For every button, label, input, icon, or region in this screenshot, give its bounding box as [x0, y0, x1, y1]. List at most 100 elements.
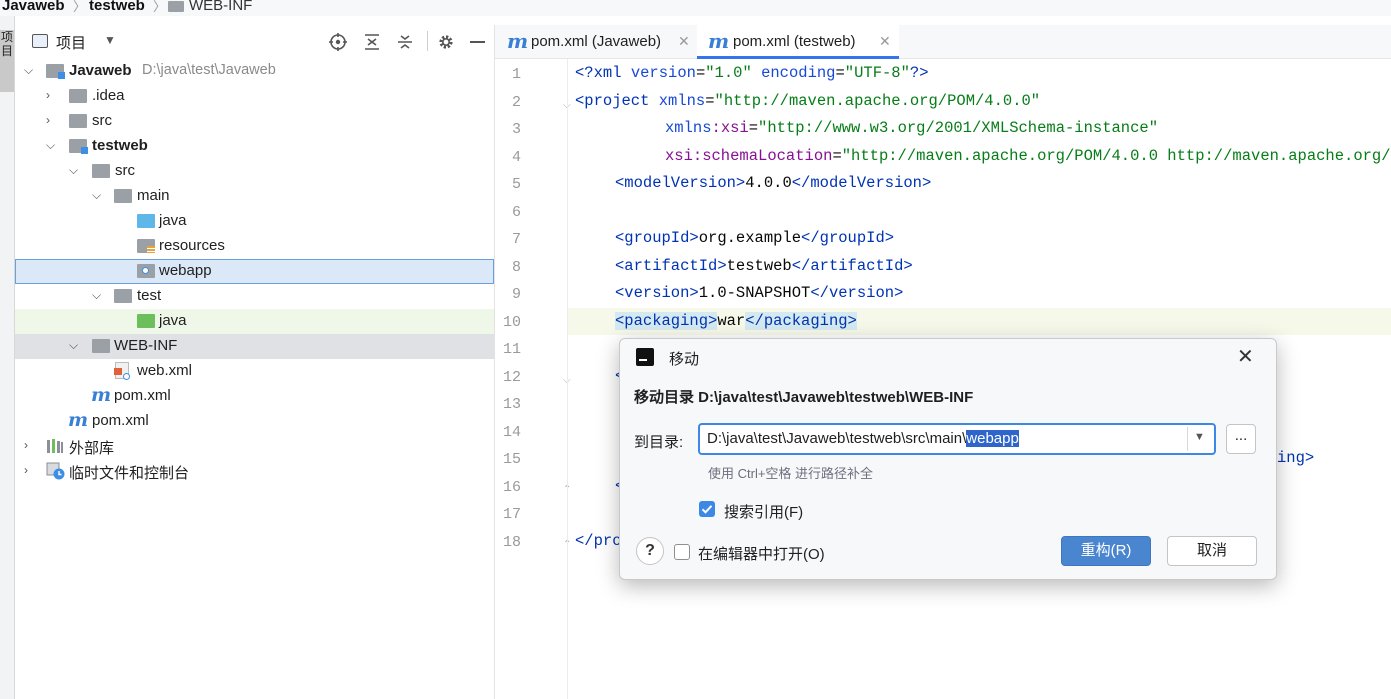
- chevron-down-icon[interactable]: ⌵: [92, 188, 106, 202]
- chevron-down-icon[interactable]: ⌵: [69, 163, 83, 177]
- module-folder-icon: [46, 64, 65, 79]
- breadcrumb-item-web-inf[interactable]: WEB-INF: [189, 0, 252, 14]
- locate-icon[interactable]: [329, 33, 347, 51]
- breadcrumb-item-javaweb[interactable]: Javaweb: [2, 0, 65, 14]
- help-button[interactable]: ?: [636, 537, 664, 565]
- folder-icon: [69, 89, 87, 103]
- close-icon[interactable]: ✕: [1237, 344, 1254, 369]
- folder-icon: [114, 189, 132, 203]
- tree-row-web-xml[interactable]: web.xml: [15, 359, 494, 384]
- tree-row-external-libraries[interactable]: › 外部库: [15, 434, 494, 459]
- gear-icon[interactable]: [437, 33, 455, 51]
- tree-row-pom-testweb[interactable]: m pom.xml: [15, 384, 494, 409]
- tree-row-scratches[interactable]: › 临时文件和控制台: [15, 459, 494, 484]
- maven-icon: m: [68, 409, 89, 431]
- scratch-icon: [46, 462, 65, 480]
- tree-label: Javaweb: [69, 62, 132, 79]
- tab-label: pom.xml (Javaweb): [531, 33, 662, 50]
- tree-label: test: [137, 287, 162, 304]
- breadcrumb-separator: 〉: [73, 0, 87, 14]
- tree-row-src[interactable]: › src: [15, 109, 494, 134]
- breadcrumb-item-testweb[interactable]: testweb: [89, 0, 145, 14]
- line-number: 5: [511, 176, 521, 193]
- chevron-down-icon[interactable]: ▼: [1194, 431, 1205, 443]
- chevron-right-icon[interactable]: ›: [24, 438, 38, 452]
- tree-row-test-java[interactable]: java: [15, 309, 494, 334]
- refactor-button[interactable]: 重构(R): [1061, 536, 1151, 566]
- tree-label: main: [137, 187, 170, 204]
- code-line-8: <artifactId>testweb</artifactId>: [615, 257, 913, 275]
- tree-row-webapp[interactable]: webapp: [15, 259, 494, 284]
- intellij-logo-icon: [634, 346, 656, 368]
- line-number: 13: [502, 396, 521, 413]
- chevron-down-icon[interactable]: ▼: [104, 33, 116, 47]
- tree-label: java: [159, 312, 187, 329]
- code-line-4: xsi:schemaLocation="http://maven.apache.…: [665, 147, 1391, 165]
- project-view-icon: [32, 34, 48, 48]
- chevron-right-icon[interactable]: ›: [24, 463, 38, 477]
- cancel-button[interactable]: 取消: [1167, 536, 1257, 566]
- chevron-down-icon[interactable]: ⌵: [92, 288, 106, 302]
- tree-row-test[interactable]: ⌵ test: [15, 284, 494, 309]
- code-line-15: ing>: [1277, 449, 1315, 467]
- chevron-down-icon[interactable]: ⌵: [46, 138, 60, 152]
- project-tool-button[interactable]: 项目: [0, 30, 14, 92]
- folder-icon: [69, 114, 87, 128]
- line-gutter: 1 2 3 4 5 6 7 8 9 10 11 12 13 14 15 16 1…: [495, 59, 571, 699]
- line-number: 15: [502, 451, 521, 468]
- code-line-1: <?xml version="1.0" encoding="UTF-8"?>: [575, 64, 929, 82]
- tree-row-web-inf[interactable]: ⌵ WEB-INF: [15, 334, 494, 359]
- tree-row-idea[interactable]: › .idea: [15, 84, 494, 109]
- search-references-checkbox[interactable]: [699, 501, 715, 517]
- chevron-right-icon[interactable]: ›: [46, 88, 60, 102]
- search-references-label[interactable]: 搜索引用(F): [724, 501, 803, 522]
- code-line-10: <packaging>war</packaging>: [615, 312, 857, 330]
- chevron-down-icon[interactable]: ⌵: [69, 338, 83, 352]
- tree-label: resources: [159, 237, 225, 254]
- project-tool-label: 项目: [1, 30, 14, 58]
- project-panel-title[interactable]: 项目: [56, 32, 86, 53]
- minimize-icon[interactable]: [470, 41, 485, 43]
- tree-label: webapp: [159, 262, 212, 279]
- chevron-down-icon[interactable]: ⌵: [24, 63, 38, 77]
- target-directory-combo[interactable]: D:\java\test\Javaweb\testweb\src\main\we…: [698, 423, 1216, 455]
- tab-pom-javaweb[interactable]: m pom.xml (Javaweb) ✕: [495, 25, 697, 58]
- code-line-5: <modelVersion>4.0.0</modelVersion>: [615, 174, 932, 192]
- tree-label: pom.xml: [114, 387, 171, 404]
- close-icon[interactable]: ✕: [879, 33, 891, 50]
- line-number: 4: [511, 149, 521, 166]
- tree-row-javaweb[interactable]: ⌵ Javaweb D:\java\test\Javaweb: [15, 59, 494, 84]
- open-in-editor-label[interactable]: 在编辑器中打开(O): [698, 543, 825, 564]
- tab-pom-testweb[interactable]: m pom.xml (testweb) ✕: [697, 25, 899, 59]
- tree-row-src[interactable]: ⌵ src: [15, 159, 494, 184]
- checkmark-icon: [701, 505, 713, 514]
- browse-button[interactable]: ...: [1226, 424, 1256, 454]
- tree-label: src: [92, 112, 112, 129]
- line-number: 11: [502, 341, 521, 358]
- module-folder-icon: [69, 139, 88, 154]
- tree-row-resources[interactable]: resources: [15, 234, 494, 259]
- web-xml-icon: [114, 362, 130, 380]
- tree-row-java[interactable]: java: [15, 209, 494, 234]
- close-icon[interactable]: ✕: [678, 33, 690, 50]
- maven-icon: m: [708, 29, 730, 53]
- open-in-editor-checkbox[interactable]: [674, 544, 690, 560]
- expand-all-icon[interactable]: [363, 33, 381, 51]
- project-panel: 项目 ▼ ⌵ Javaweb D:\java\test\Javaweb › .i…: [15, 25, 495, 699]
- chevron-right-icon[interactable]: ›: [46, 113, 60, 127]
- collapse-all-icon[interactable]: [396, 33, 414, 51]
- move-dialog: 移动 ✕ 移动目录 D:\java\test\Javaweb\testweb\W…: [619, 338, 1277, 580]
- project-toolbar: 项目 ▼: [15, 25, 494, 59]
- tool-window-stripe: [0, 16, 15, 699]
- tree-label: src: [115, 162, 135, 179]
- tree-row-main[interactable]: ⌵ main: [15, 184, 494, 209]
- line-number: 3: [511, 121, 521, 138]
- tree-label: 外部库: [69, 440, 115, 457]
- source-folder-icon: [137, 214, 155, 228]
- target-directory-input[interactable]: D:\java\test\Javaweb\testweb\src\main\we…: [707, 430, 1019, 447]
- line-number: 1: [511, 66, 521, 83]
- line-number: 12: [502, 369, 521, 386]
- tree-row-pom-javaweb[interactable]: m pom.xml: [15, 409, 494, 434]
- editor-tabs: m pom.xml (Javaweb) ✕ m pom.xml (testweb…: [495, 25, 1391, 59]
- tree-row-testweb[interactable]: ⌵ testweb: [15, 134, 494, 159]
